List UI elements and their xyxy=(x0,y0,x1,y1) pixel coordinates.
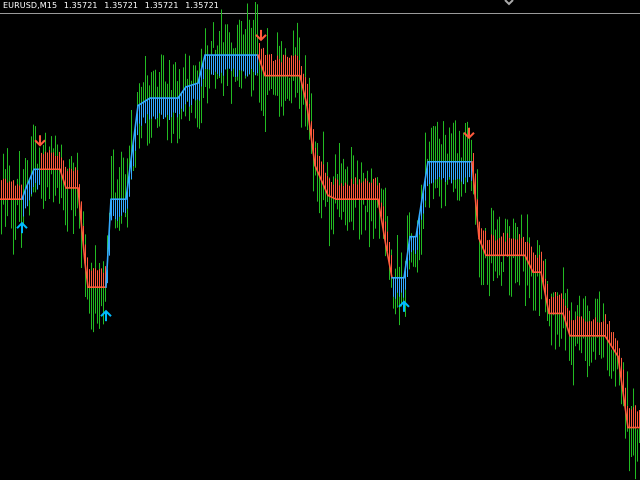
ohlc-high: 1.35721 xyxy=(104,1,139,10)
price-chart[interactable] xyxy=(0,0,640,480)
trend-line-segment xyxy=(105,198,112,288)
chart-title: EURUSD,M15 1.35721 1.35721 1.35721 1.357… xyxy=(3,1,223,10)
ohlc-open: 1.35721 xyxy=(63,1,98,10)
trend-line-segment xyxy=(478,237,487,257)
chart-area[interactable]: EURUSD,M15 1.35721 1.35721 1.35721 1.357… xyxy=(0,0,640,480)
scroll-marker-icon xyxy=(504,0,514,6)
symbol-timeframe: EURUSD,M15 xyxy=(3,1,58,10)
ohlc-low: 1.35721 xyxy=(144,1,179,10)
ohlc-close: 1.35721 xyxy=(185,1,219,10)
trend-line-segment xyxy=(562,312,571,337)
